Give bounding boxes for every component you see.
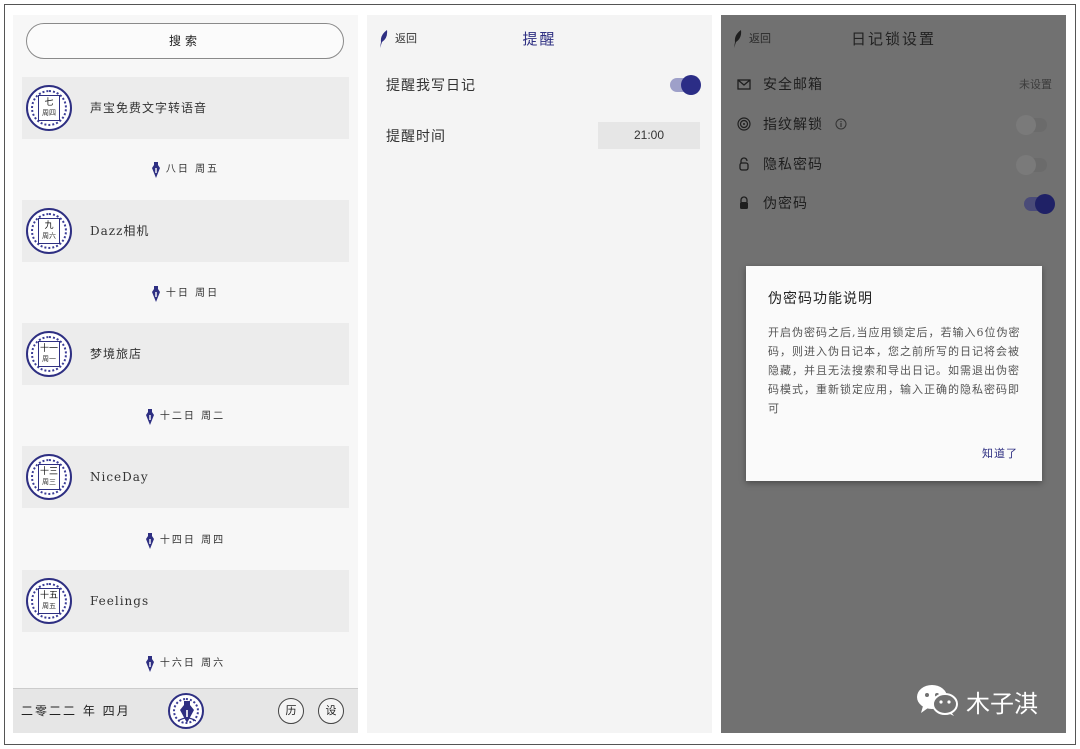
remind-time-picker[interactable]: 21:00 bbox=[598, 122, 700, 149]
seal-label: 七 周四 bbox=[38, 95, 60, 121]
seal-label: 十一 周一 bbox=[38, 341, 60, 367]
fingerprint-icon bbox=[737, 117, 751, 131]
back-quill-icon bbox=[380, 30, 388, 48]
privacy-password-toggle[interactable] bbox=[1016, 155, 1047, 175]
back-button[interactable]: 返回 bbox=[379, 30, 417, 48]
pen-icon bbox=[145, 408, 154, 425]
search-button[interactable]: 搜索 bbox=[26, 23, 344, 59]
empty-day-marker[interactable]: 八日 周五 bbox=[13, 160, 358, 178]
back-button[interactable]: 返回 bbox=[733, 30, 771, 48]
seal-weekday: 周五 bbox=[42, 602, 56, 610]
date-seal: 十一 周一 bbox=[26, 331, 72, 377]
pen-icon bbox=[145, 655, 154, 672]
day-marker-label: 八日 周五 bbox=[165, 164, 220, 175]
page-title: 提醒 bbox=[522, 30, 557, 48]
empty-day-marker[interactable]: 十二日 周二 bbox=[13, 407, 358, 425]
seal-weekday: 周一 bbox=[42, 355, 56, 363]
write-diary-button[interactable] bbox=[168, 693, 204, 729]
fountain-pen-icon bbox=[178, 701, 196, 723]
empty-day-marker[interactable]: 十日 周日 bbox=[13, 284, 358, 302]
watermark-text: 木子淇 bbox=[966, 690, 1038, 718]
entry-title: Feelings bbox=[90, 594, 150, 608]
date-seal: 七 周四 bbox=[26, 85, 72, 131]
day-marker-label: 十四日 周四 bbox=[159, 535, 226, 546]
seal-label: 十五 周五 bbox=[38, 588, 60, 614]
lock-icon bbox=[740, 196, 748, 209]
date-seal: 十三 周三 bbox=[26, 454, 72, 500]
remind-time-label: 提醒时间 bbox=[386, 129, 446, 145]
entry-title: 梦境旅店 bbox=[90, 347, 143, 361]
day-marker-label: 十二日 周二 bbox=[159, 411, 226, 422]
seal-weekday: 周四 bbox=[42, 109, 56, 117]
back-label: 返回 bbox=[395, 32, 417, 45]
entry-title: NiceDay bbox=[90, 470, 149, 484]
pen-icon bbox=[145, 532, 154, 549]
remind-toggle[interactable] bbox=[670, 75, 701, 95]
pen-icon bbox=[151, 285, 160, 302]
privacy-password-label: 隐私密码 bbox=[763, 157, 823, 173]
info-icon[interactable] bbox=[835, 118, 847, 130]
empty-day-marker[interactable]: 十六日 周六 bbox=[13, 654, 358, 672]
seal-day: 十五 bbox=[39, 591, 58, 601]
seal-day: 十三 bbox=[39, 467, 58, 477]
seal-day: 十一 bbox=[39, 344, 58, 354]
remind-me-label: 提醒我写日记 bbox=[386, 78, 476, 94]
pen-icon bbox=[151, 161, 160, 178]
toggle-knob bbox=[681, 75, 701, 95]
fingerprint-unlock-label: 指纹解锁 bbox=[763, 117, 823, 133]
fingerprint-toggle[interactable] bbox=[1016, 115, 1047, 135]
day-marker-label: 十日 周日 bbox=[165, 288, 220, 299]
seal-label: 十三 周三 bbox=[38, 464, 60, 490]
diary-lock-settings-screen: 日记锁设置 返回 安全邮箱 未设置 指纹解锁 隐私密码 伪密码 伪密码功能说明 … bbox=[721, 15, 1066, 733]
date-seal: 十五 周五 bbox=[26, 578, 72, 624]
toggle-knob bbox=[1016, 115, 1036, 135]
diary-entry[interactable]: 十五 周五 Feelings bbox=[22, 570, 349, 632]
fake-password-toggle[interactable] bbox=[1024, 194, 1055, 214]
wechat-icon bbox=[917, 685, 958, 716]
fake-password-label: 伪密码 bbox=[763, 196, 808, 212]
diary-entry[interactable]: 九 周六 Dazz相机 bbox=[22, 200, 349, 262]
settings-button[interactable]: 设 bbox=[318, 698, 344, 724]
back-label: 返回 bbox=[749, 32, 771, 45]
seal-weekday: 周六 bbox=[42, 232, 56, 240]
seal-label: 九 周六 bbox=[38, 218, 60, 244]
entry-title: Dazz相机 bbox=[90, 224, 150, 238]
history-button[interactable]: 历 bbox=[278, 698, 304, 724]
back-quill-icon bbox=[734, 30, 742, 48]
date-seal: 九 周六 bbox=[26, 208, 72, 254]
day-marker-label: 十六日 周六 bbox=[159, 658, 226, 669]
diary-entry[interactable]: 十一 周一 梦境旅店 bbox=[22, 323, 349, 385]
seal-weekday: 周三 bbox=[42, 478, 56, 486]
dialog-title: 伪密码功能说明 bbox=[768, 291, 873, 307]
reminder-screen: 提醒 返回 提醒我写日记 提醒时间 21:00 bbox=[367, 15, 712, 733]
toggle-knob bbox=[1035, 194, 1055, 214]
security-email-value: 未设置 bbox=[1019, 78, 1052, 91]
watermark: 木子淇 bbox=[915, 683, 1038, 719]
bottom-bar: 二零二二 年 四月 历 设 bbox=[13, 688, 358, 733]
toggle-knob bbox=[1016, 155, 1036, 175]
mail-icon bbox=[737, 79, 751, 90]
empty-day-marker[interactable]: 十四日 周四 bbox=[13, 531, 358, 549]
diary-entry[interactable]: 十三 周三 NiceDay bbox=[22, 446, 349, 508]
entry-title: 声宝免费文字转语音 bbox=[90, 101, 208, 115]
current-month[interactable]: 二零二二 年 四月 bbox=[21, 689, 131, 733]
page-title: 日记锁设置 bbox=[850, 30, 936, 48]
diary-list-screen: 搜索 七 周四 声宝免费文字转语音 八日 周五 九 周六 Dazz相机 十日 周… bbox=[13, 15, 358, 733]
fake-password-info-dialog: 伪密码功能说明 开启伪密码之后,当应用锁定后，若输入6位伪密码，则进入伪日记本，… bbox=[746, 266, 1042, 481]
seal-day: 七 bbox=[44, 98, 54, 108]
dialog-body: 开启伪密码之后,当应用锁定后，若输入6位伪密码，则进入伪日记本，您之前所写的日记… bbox=[768, 326, 1021, 415]
lock-open-icon bbox=[739, 157, 749, 171]
diary-entry[interactable]: 七 周四 声宝免费文字转语音 bbox=[22, 77, 349, 139]
security-email-label[interactable]: 安全邮箱 bbox=[763, 74, 823, 94]
dialog-confirm-button[interactable]: 知道了 bbox=[982, 445, 1018, 461]
seal-day: 九 bbox=[44, 221, 54, 231]
